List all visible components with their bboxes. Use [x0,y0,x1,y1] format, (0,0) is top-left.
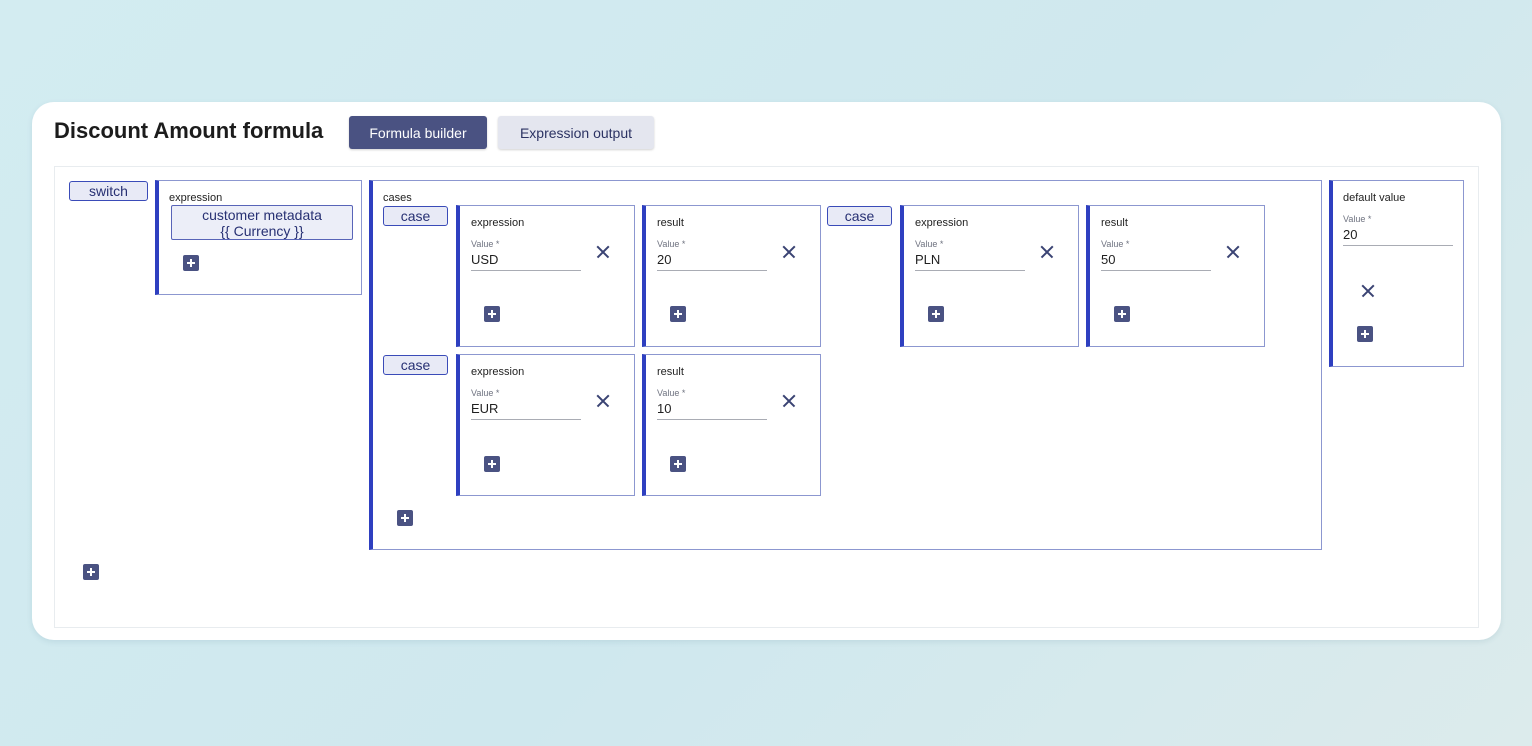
case-expression-label: expression [471,217,525,229]
case-result-block: result Value * 20 [642,205,821,347]
add-expression-icon[interactable] [183,255,199,271]
formula-card: Discount Amount formula Formula builder … [32,102,1501,640]
add-case-expression-icon[interactable] [484,456,500,472]
add-default-value-icon[interactable] [1357,326,1373,342]
value-field-label: Value * [1101,239,1130,249]
remove-case-result-icon[interactable] [1224,243,1242,261]
remove-case-expression-icon[interactable] [1038,243,1056,261]
case-expression-label: expression [915,217,969,229]
switch-tag[interactable]: switch [69,181,148,201]
expression-value-line1: customer metadata [202,207,322,223]
add-case-icon[interactable] [397,510,413,526]
value-field-label: Value * [657,388,686,398]
value-field-label: Value * [1343,214,1372,224]
add-case-expression-icon[interactable] [484,306,500,322]
case-result-label: result [1101,217,1128,229]
formula-canvas: switch expression customer metadata {{ C… [54,166,1479,628]
case-result-value[interactable]: 20 [657,252,767,271]
case-expression-block: expression Value * PLN [900,205,1079,347]
remove-case-result-icon[interactable] [780,243,798,261]
cases-block: cases case expression Value * USD result… [369,180,1322,550]
default-value-label: default value [1343,192,1406,204]
value-field-label: Value * [471,388,500,398]
add-case-result-icon[interactable] [1114,306,1130,322]
case-result-value[interactable]: 10 [657,401,767,420]
case-result-block: result Value * 10 [642,354,821,496]
tab-expression-output[interactable]: Expression output [498,116,654,149]
case-expression-label: expression [471,366,525,378]
case-tag[interactable]: case [383,206,448,226]
remove-case-result-icon[interactable] [780,392,798,410]
expression-value-chip[interactable]: customer metadata {{ Currency }} [171,205,353,240]
value-field-label: Value * [657,239,686,249]
case-expression-value[interactable]: USD [471,252,581,271]
switch-expression-block: expression customer metadata {{ Currency… [155,180,362,295]
remove-case-expression-icon[interactable] [594,243,612,261]
case-tag[interactable]: case [827,206,892,226]
add-case-result-icon[interactable] [670,306,686,322]
case-expression-value[interactable]: EUR [471,401,581,420]
default-value-input[interactable]: 20 [1343,227,1453,246]
tab-formula-builder[interactable]: Formula builder [349,116,487,149]
add-block-icon[interactable] [83,564,99,580]
cases-label: cases [383,192,412,204]
remove-case-expression-icon[interactable] [594,392,612,410]
value-field-label: Value * [915,239,944,249]
remove-default-value-icon[interactable] [1359,282,1377,300]
add-case-result-icon[interactable] [670,456,686,472]
page-title: Discount Amount formula [54,118,324,143]
case-result-label: result [657,366,684,378]
case-expression-value[interactable]: PLN [915,252,1025,271]
value-field-label: Value * [471,239,500,249]
case-result-block: result Value * 50 [1086,205,1265,347]
add-case-expression-icon[interactable] [928,306,944,322]
case-expression-block: expression Value * EUR [456,354,635,496]
expression-value-line2: {{ Currency }} [220,223,304,239]
default-value-block: default value Value * 20 [1329,180,1464,367]
case-expression-block: expression Value * USD [456,205,635,347]
case-result-value[interactable]: 50 [1101,252,1211,271]
expression-label: expression [169,192,223,204]
case-result-label: result [657,217,684,229]
case-tag[interactable]: case [383,355,448,375]
